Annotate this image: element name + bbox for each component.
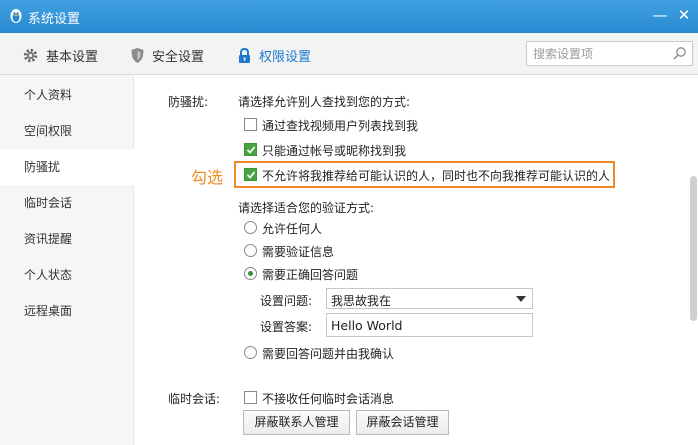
tab-permission-settings[interactable]: 权限设置 xyxy=(237,45,311,65)
find-by-account-label: 只能通过帐号或昵称找到我 xyxy=(262,144,407,158)
window-title: 系统设置 xyxy=(28,12,81,27)
question-select[interactable]: 我思故我在 xyxy=(326,288,533,309)
block-sessions-button[interactable]: 屏蔽会话管理 xyxy=(356,410,449,435)
reject-temp-session-label: 不接收任何临时会话消息 xyxy=(262,392,395,406)
no-recommend-checkbox[interactable] xyxy=(244,168,257,181)
reject-temp-session-checkbox[interactable] xyxy=(244,391,257,404)
settings-toolbar: 基本设置 安全设置 权限设置 xyxy=(0,33,698,75)
search-input[interactable] xyxy=(533,45,663,62)
question-select-value: 我思故我在 xyxy=(331,294,392,308)
block-contacts-button[interactable]: 屏蔽联系人管理 xyxy=(243,410,350,435)
settings-sidebar: 个人资料 空间权限 防骚扰 临时会话 资讯提醒 个人状态 远程桌面 xyxy=(0,75,135,445)
checkmark-icon xyxy=(246,146,256,154)
sidebar-item-news-alerts[interactable]: 资讯提醒 xyxy=(0,221,134,257)
settings-content: 防骚扰: 请选择允许别人查找到您的方式: 通过查找视频用户列表找到我 只能通过帐… xyxy=(135,75,698,445)
gear-icon xyxy=(23,48,38,62)
verify-answer-question-label: 需要正确回答问题 xyxy=(262,268,359,282)
find-method-prompt: 请选择允许别人查找到您的方式: xyxy=(238,95,411,109)
section-label-temp-session: 临时会话: xyxy=(168,392,221,406)
sidebar-item-remote-desktop[interactable]: 远程桌面 xyxy=(0,293,134,329)
verify-answer-question-radio[interactable] xyxy=(244,267,257,280)
sidebar-item-anti-harassment[interactable]: 防骚扰 xyxy=(0,149,135,185)
tab-security-settings[interactable]: 安全设置 xyxy=(130,45,204,65)
tab-label: 基本设置 xyxy=(46,49,99,65)
answer-label: 设置答案: xyxy=(260,320,313,334)
answer-input[interactable] xyxy=(326,313,533,337)
shield-icon xyxy=(131,47,144,63)
sidebar-item-profile[interactable]: 个人资料 xyxy=(0,77,134,113)
question-label: 设置问题: xyxy=(260,294,313,308)
section-label-anti-harassment: 防骚扰: xyxy=(168,95,209,109)
verify-answer-confirm-label: 需要回答问题并由我确认 xyxy=(262,347,395,361)
verify-allow-anyone-label: 允许任何人 xyxy=(262,222,323,236)
sidebar-item-space-permissions[interactable]: 空间权限 xyxy=(0,113,134,149)
no-recommend-label: 不允许将我推荐给可能认识的人，同时也不向我推荐可能认识的人 xyxy=(262,169,611,183)
verify-require-message-radio[interactable] xyxy=(244,244,257,257)
tab-label: 安全设置 xyxy=(152,49,205,65)
checkmark-icon xyxy=(246,171,256,179)
find-by-account-checkbox[interactable] xyxy=(244,143,257,156)
verify-require-message-label: 需要验证信息 xyxy=(262,245,335,259)
sidebar-item-temp-session[interactable]: 临时会话 xyxy=(0,185,134,221)
tab-label: 权限设置 xyxy=(259,49,312,65)
qq-penguin-icon xyxy=(10,9,22,23)
sidebar-item-personal-status[interactable]: 个人状态 xyxy=(0,257,134,293)
find-via-video-list-label: 通过查找视频用户列表找到我 xyxy=(262,119,419,133)
title-bar: 系统设置 — ✕ xyxy=(0,0,698,33)
lock-icon xyxy=(239,47,250,63)
search-icon[interactable] xyxy=(672,46,687,61)
vertical-scrollbar[interactable] xyxy=(690,176,697,321)
close-button[interactable]: ✕ xyxy=(674,4,694,26)
annotation-check: 勾选 xyxy=(191,168,224,187)
find-via-video-list-checkbox[interactable] xyxy=(244,118,257,131)
settings-search[interactable] xyxy=(526,41,693,66)
verify-answer-confirm-radio[interactable] xyxy=(244,346,257,359)
minimize-button[interactable]: — xyxy=(650,4,670,26)
verify-allow-anyone-radio[interactable] xyxy=(244,221,257,234)
verify-method-prompt: 请选择适合您的验证方式: xyxy=(238,201,375,215)
dropdown-arrow-icon xyxy=(516,296,526,302)
tab-basic-settings[interactable]: 基本设置 xyxy=(22,45,98,65)
